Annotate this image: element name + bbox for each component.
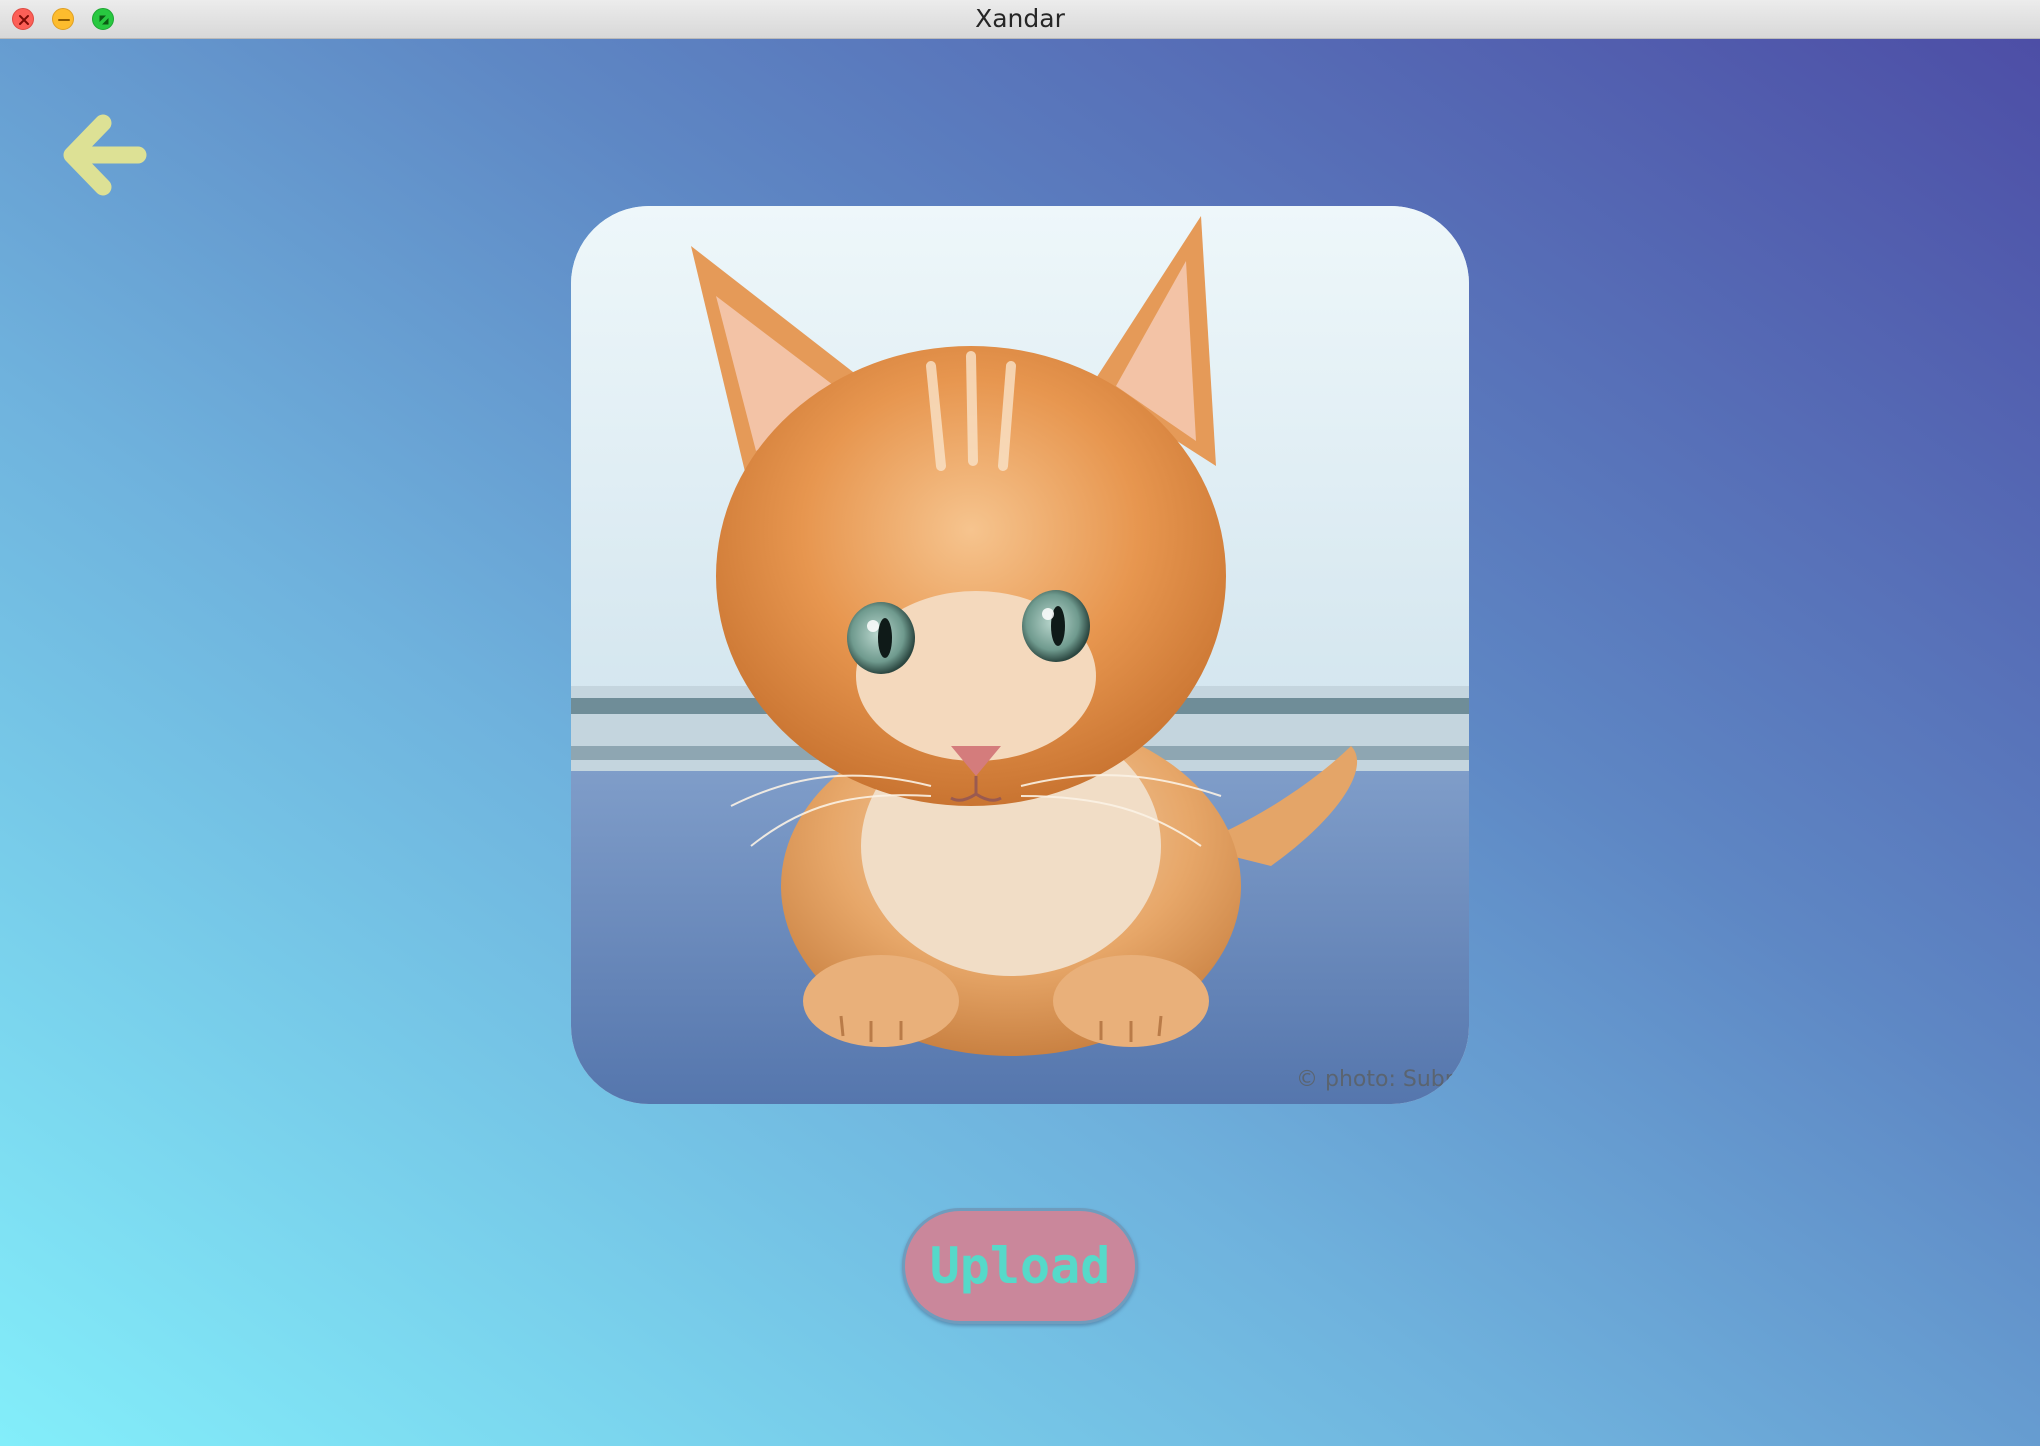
kitten-photo: © photo: Subma bbox=[571, 206, 1469, 1104]
main-content: © photo: Subma Upload bbox=[0, 39, 2040, 1446]
arrow-left-icon bbox=[63, 114, 147, 196]
kitten-image: © photo: Subma bbox=[571, 206, 1469, 1104]
upload-button[interactable]: Upload bbox=[902, 1208, 1138, 1324]
window-title: Xandar bbox=[975, 4, 1065, 33]
title-bar: Xandar bbox=[0, 0, 2040, 39]
back-button[interactable] bbox=[60, 111, 148, 199]
photo-watermark: © photo: Subma bbox=[1296, 1067, 1469, 1092]
app-window: Xandar © photo: Subma Upload bbox=[0, 0, 2040, 1446]
